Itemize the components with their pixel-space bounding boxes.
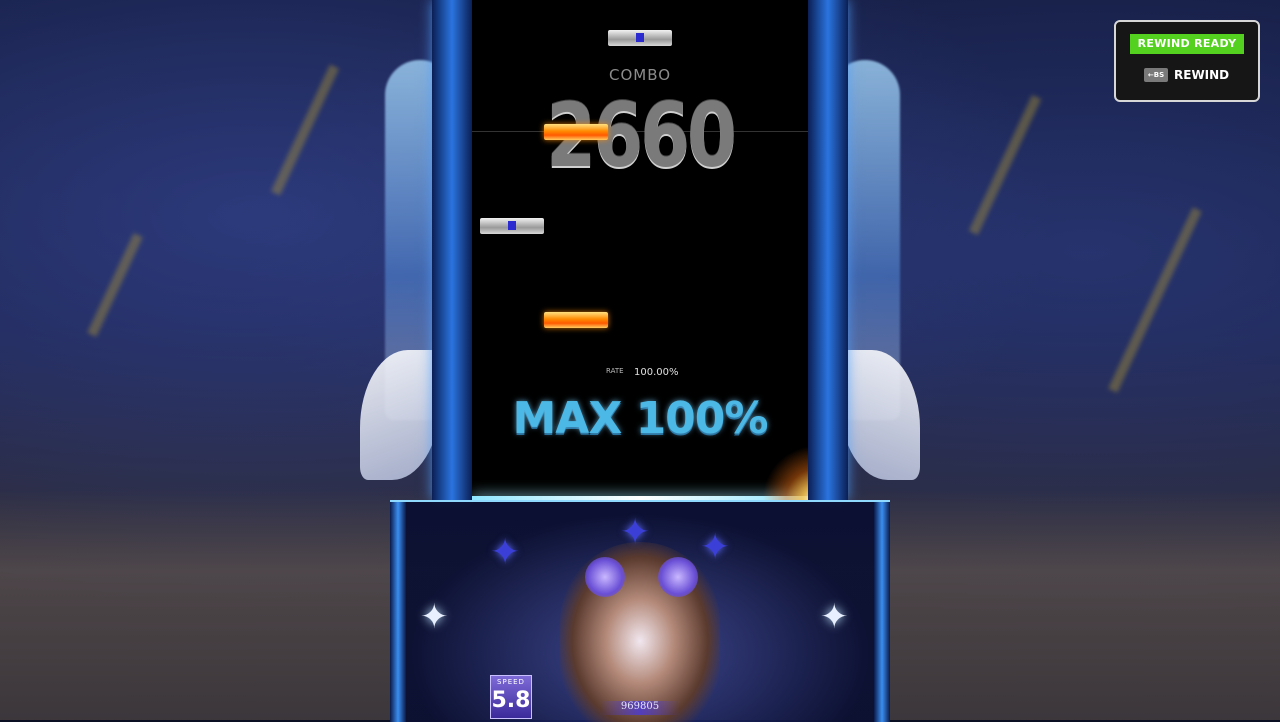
background-streak [1108,207,1202,393]
background-streak [87,233,143,337]
flower-ornament [658,557,698,597]
stage-rail-right [874,502,890,722]
speed-value: 5.8 [491,688,531,713]
sparkle-icon: ✦ [420,597,449,637]
sparkle-icon: ✦ [820,597,849,637]
backspace-key-icon: ←BS [1144,68,1168,82]
rewind-button[interactable]: ←BS REWIND [1144,67,1229,83]
speed-indicator: SPEED 5.8 [490,675,532,719]
rewind-panel: REWIND READY ←BS REWIND [1114,20,1260,102]
note-lane: COMBO 2660 RATE 100.00% MAX 100% [472,0,808,500]
score-display: 969805 [600,701,680,715]
rewind-ready-badge: REWIND READY [1130,34,1244,54]
star-icon: ✦ [700,527,731,568]
note-white [608,30,672,46]
character-stage: ✦ ✦ ✦ ✦ ✦ [390,500,890,722]
flower-ornament [585,557,625,597]
combo-label: COMBO [608,66,672,84]
background-streak [270,64,340,196]
rewind-label: REWIND [1174,68,1230,82]
note-marker [636,33,644,42]
stage-rail-left [390,502,406,722]
judgement-text: MAX 100% [512,393,768,444]
note-white [480,218,544,234]
note-orange [544,312,608,328]
left-lane-rail [432,0,472,500]
background-streak [968,94,1042,236]
right-lane-rail [808,0,848,500]
note-orange [544,124,608,140]
hit-effect [762,445,808,500]
star-icon: ✦ [490,532,521,573]
star-icon: ✦ [620,512,651,553]
speed-label: SPEED [497,678,525,686]
rate-value: 100.00% [634,367,679,378]
note-marker [508,221,516,230]
rate-label: RATE [606,367,624,375]
